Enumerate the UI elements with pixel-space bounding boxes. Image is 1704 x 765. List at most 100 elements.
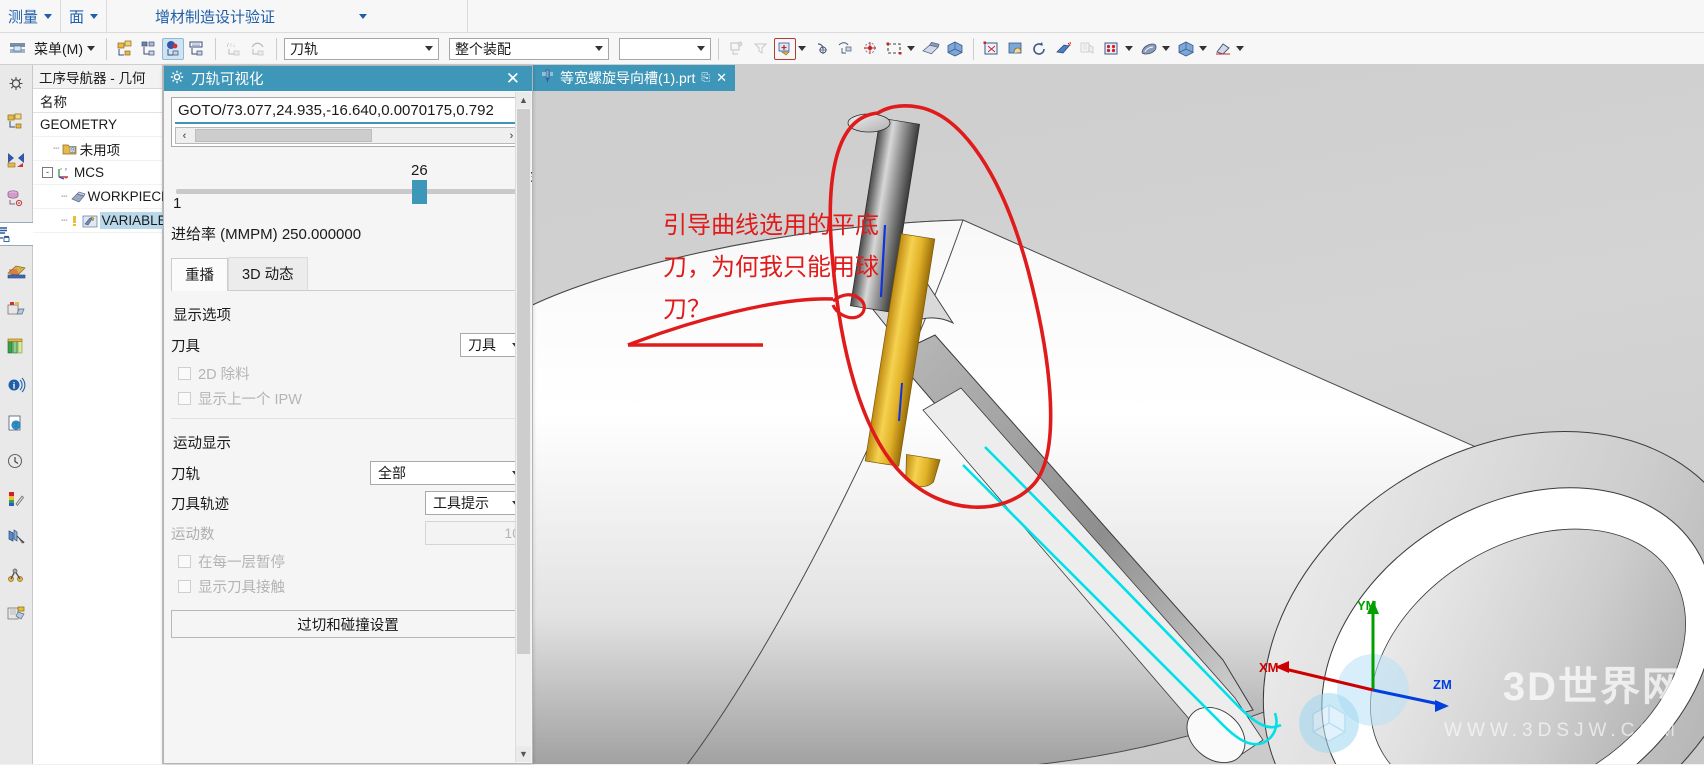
tree-node-workpiece[interactable]: ┄ WORKPIECE: [33, 185, 170, 209]
toolpath-select[interactable]: 全部: [370, 461, 525, 485]
chevron-down-icon[interactable]: [1125, 46, 1133, 51]
snap-point-icon[interactable]: [811, 38, 833, 60]
zoom-fit-icon[interactable]: [981, 38, 1003, 60]
create-geometry-icon[interactable]: [114, 38, 136, 60]
tool-trace-select[interactable]: 工具提示: [425, 491, 525, 515]
chevron-down-icon[interactable]: [44, 13, 53, 19]
material-icon[interactable]: [1175, 38, 1197, 60]
tab-replay[interactable]: 重播: [171, 258, 228, 291]
scroll-up-icon[interactable]: ▲: [516, 92, 531, 108]
snap-settings-icon[interactable]: [835, 38, 857, 60]
pan-icon[interactable]: [1005, 38, 1027, 60]
checkbox-2d-material-removal[interactable]: 2D 除料: [171, 361, 525, 386]
process-studio-icon[interactable]: [3, 561, 30, 588]
checkbox-box[interactable]: [178, 392, 191, 405]
chevron-down-icon[interactable]: [595, 46, 603, 51]
part-tab[interactable]: 等宽螺旋导向槽(1).prt ⎘ ✕: [533, 65, 736, 91]
ribbon-group-measure[interactable]: 测量: [0, 0, 62, 33]
part-navigator-icon[interactable]: [3, 70, 30, 97]
verify-toolpath-icon[interactable]: [247, 38, 269, 60]
chevron-down-icon[interactable]: [87, 46, 95, 51]
roles-icon[interactable]: [3, 599, 30, 626]
chevron-down-icon[interactable]: [1199, 46, 1207, 51]
filter-icon[interactable]: [750, 38, 772, 60]
checkbox-show-previous-ipw[interactable]: 显示上一个 IPW: [171, 386, 525, 411]
web-browser-icon[interactable]: [3, 409, 30, 436]
chevron-down-icon[interactable]: [359, 13, 368, 19]
checkbox-show-tool-contact[interactable]: 显示刀具接触: [171, 574, 525, 599]
reuse-library-icon[interactable]: [3, 184, 30, 211]
create-method-icon[interactable]: [138, 38, 160, 60]
checkbox-label: 在每一层暂停: [198, 555, 285, 571]
manufacturing-wizards-icon[interactable]: [3, 295, 30, 322]
slider-track[interactable]: [176, 189, 520, 194]
wcs-origin-icon[interactable]: [859, 38, 881, 60]
scroll-down-icon[interactable]: ▼: [516, 746, 531, 762]
chevron-down-icon[interactable]: [798, 46, 806, 51]
generate-toolpath-icon[interactable]: 7↑↓: [223, 38, 245, 60]
chevron-down-icon[interactable]: [697, 46, 705, 51]
chevron-down-icon[interactable]: [907, 46, 915, 51]
select-filter-icon[interactable]: [774, 37, 796, 60]
system-materials-icon[interactable]: [3, 485, 30, 512]
rotate-icon[interactable]: [1029, 38, 1051, 60]
geometry-view-icon[interactable]: [162, 37, 184, 60]
checkbox-box[interactable]: [178, 367, 191, 380]
tree-node-mcs[interactable]: - zyx MCS: [33, 161, 162, 185]
rectangle-select-icon[interactable]: [883, 38, 905, 60]
scroll-left-icon[interactable]: ‹: [176, 128, 193, 143]
render-style-icon[interactable]: [1138, 38, 1160, 60]
tree-node-unused[interactable]: ┄ 9 未用项: [33, 137, 162, 161]
part-tab-pin-icon[interactable]: ⎘: [701, 72, 710, 85]
assembly-navigator-icon[interactable]: [3, 108, 30, 135]
chevron-down-icon[interactable]: [90, 13, 99, 19]
constraint-navigator-icon[interactable]: [3, 146, 30, 173]
scrollbar-thumb[interactable]: [517, 109, 530, 654]
machine-tool-view-icon[interactable]: [186, 38, 208, 60]
visible-layers-icon[interactable]: [1101, 38, 1123, 60]
help-info-icon[interactable]: i: [3, 371, 30, 398]
section-view-icon[interactable]: [1212, 38, 1234, 60]
checkbox-pause-each-layer[interactable]: 在每一层暂停: [171, 549, 525, 574]
tree-dots: ┄: [53, 143, 60, 155]
history-icon[interactable]: [3, 447, 30, 474]
view-type-select[interactable]: 刀轨: [284, 37, 439, 60]
slider-thumb[interactable]: [412, 180, 427, 204]
tab-3d-dynamic[interactable]: 3D 动态: [228, 257, 308, 290]
assembly-scope-select[interactable]: 整个装配: [449, 37, 609, 60]
tool-trace-select-value: 工具提示: [433, 495, 489, 511]
close-icon[interactable]: ✕: [500, 70, 526, 87]
menu-button[interactable]: 菜单(M): [30, 39, 99, 59]
close-icon[interactable]: ✕: [716, 70, 727, 86]
move-object-icon[interactable]: [726, 38, 748, 60]
chevron-down-icon[interactable]: [425, 46, 433, 51]
gouge-collision-settings-button[interactable]: 过切和碰撞设置: [171, 610, 525, 638]
extra-select[interactable]: [619, 37, 711, 60]
machining-feature-icon[interactable]: [3, 257, 30, 284]
part-families-icon[interactable]: [3, 333, 30, 360]
tree-node-variable-contour[interactable]: ┄ VARIABLE_C: [33, 209, 186, 233]
shade-style-icon[interactable]: [920, 38, 942, 60]
chevron-down-icon[interactable]: [1162, 46, 1170, 51]
tool-trace-row: 刀具轨迹 工具提示: [171, 489, 525, 517]
checkbox-box[interactable]: [178, 580, 191, 593]
motion-count-input[interactable]: 10: [425, 521, 525, 545]
dialog-vertical-scrollbar[interactable]: ▲ ▼: [515, 92, 531, 762]
orient-view-icon[interactable]: [944, 38, 966, 60]
graphics-viewport[interactable]: YM ZM XM 3D世界网 WWW.3DSJW.COM 引导曲线选用的平底 刀…: [533, 65, 1704, 764]
goto-horizontal-scrollbar[interactable]: ‹ ›: [175, 127, 521, 144]
ribbon-group-additive[interactable]: 增材制造设计验证: [107, 0, 469, 33]
scrollbar-thumb[interactable]: [195, 129, 372, 142]
system-scene-icon[interactable]: [3, 523, 30, 550]
dialog-title-bar[interactable]: 刀轨可视化 ✕: [164, 66, 532, 91]
tree-dots: ┄: [61, 191, 68, 203]
svg-text:x: x: [65, 175, 67, 180]
chevron-down-icon[interactable]: [1236, 46, 1244, 51]
checkbox-box[interactable]: [178, 555, 191, 568]
tree-expander-collapse[interactable]: -: [42, 167, 53, 178]
ribbon-group-face[interactable]: 面: [61, 0, 108, 33]
perspective-icon[interactable]: [1053, 38, 1075, 60]
toolpath-select-value: 全部: [378, 465, 406, 481]
tree-node-geometry[interactable]: GEOMETRY: [33, 113, 162, 137]
layer-settings-icon[interactable]: [1077, 38, 1099, 60]
